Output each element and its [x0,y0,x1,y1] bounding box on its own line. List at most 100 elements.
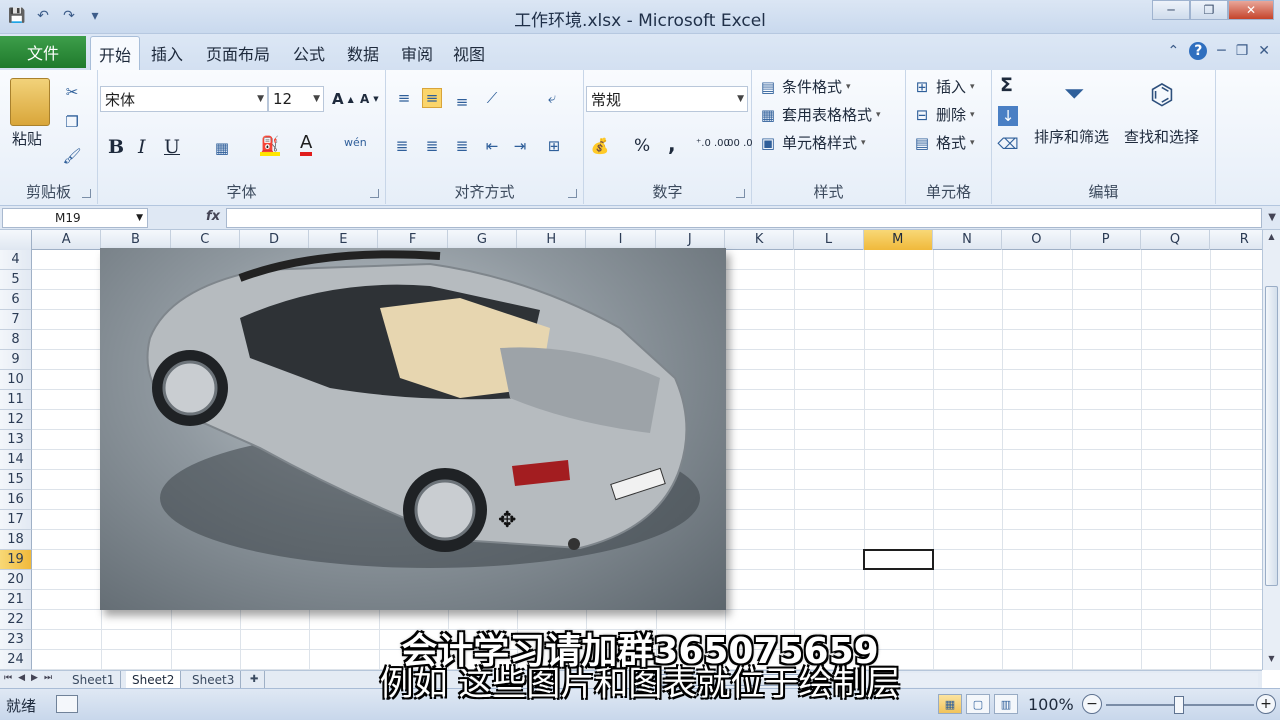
row-header-6[interactable]: 6 [0,290,32,310]
column-header-h[interactable]: H [517,230,587,250]
column-header-q[interactable]: Q [1141,230,1211,250]
scroll-up-icon[interactable]: ▲ [1265,232,1278,246]
format-as-table-button[interactable]: ▦ 套用表格格式 ▾ [758,104,881,125]
align-right-icon[interactable]: ≣ [452,136,472,156]
column-header-n[interactable]: N [933,230,1003,250]
row-header-18[interactable]: 18 [0,530,32,550]
paste-icon[interactable] [10,78,50,126]
cell-styles-button[interactable]: ▣ 单元格样式 ▾ [758,132,866,153]
column-header-o[interactable]: O [1002,230,1072,250]
row-header-4[interactable]: 4 [0,250,32,270]
column-header-m[interactable]: M [863,230,933,250]
formula-input[interactable] [226,208,1262,228]
row-header-5[interactable]: 5 [0,270,32,290]
currency-icon[interactable]: 💰 [590,136,610,156]
column-header-l[interactable]: L [794,230,864,250]
paste-button[interactable]: 粘贴 [12,128,42,149]
merge-center-icon[interactable]: ⊞ [544,136,564,156]
wrap-text-icon[interactable]: ⤶ [542,88,562,108]
tab-insert[interactable]: 插入 [144,36,190,70]
decrease-decimal-button[interactable]: .00 .0 [724,138,753,149]
find-select-button[interactable]: 查找和选择 [1124,126,1199,147]
font-color-button[interactable]: A [300,134,313,156]
insert-cells-button[interactable]: ⊞ 插入 ▾ [912,76,975,97]
fill-color-icon[interactable]: ⛽ [260,135,280,156]
column-header-g[interactable]: G [448,230,518,250]
italic-button[interactable]: I [138,136,146,158]
comma-button[interactable]: , [668,132,676,156]
expand-formula-icon[interactable]: ▼ [1268,212,1276,223]
row-header-21[interactable]: 21 [0,590,32,610]
autosum-button[interactable]: Σ [1000,74,1013,96]
row-header-19[interactable]: 19 [0,550,32,570]
underline-button[interactable]: U [164,136,180,158]
font-launcher-icon[interactable] [370,189,379,198]
row-header-15[interactable]: 15 [0,470,32,490]
workbook-restore-icon[interactable]: ❐ [1236,43,1249,59]
alignment-launcher-icon[interactable] [568,189,577,198]
percent-button[interactable]: % [634,136,650,156]
workbook-minimize-icon[interactable]: ─ [1217,43,1225,59]
help-icon[interactable]: ? [1189,42,1208,60]
column-header-f[interactable]: F [379,230,448,250]
tab-formulas[interactable]: 公式 [286,36,332,70]
minimize-button[interactable]: ─ [1152,0,1190,20]
font-name-select[interactable]: 宋体 ▼ [100,86,268,112]
row-header-8[interactable]: 8 [0,330,32,350]
tab-data[interactable]: 数据 [340,36,386,70]
copy-icon[interactable]: ❐ [62,112,82,132]
column-header-j[interactable]: J [656,230,725,250]
vertical-scroll-thumb[interactable] [1265,286,1278,586]
row-header-16[interactable]: 16 [0,490,32,510]
row-header-12[interactable]: 12 [0,410,32,430]
select-all-corner[interactable] [0,230,32,250]
tab-home[interactable]: 开始 [90,36,140,70]
column-header-r[interactable]: R [1210,230,1262,250]
tab-page-layout[interactable]: 页面布局 [198,36,278,70]
column-header-p[interactable]: P [1072,230,1141,250]
grow-font-button[interactable]: A ▲ [332,90,354,108]
orientation-icon[interactable]: ⟋ [482,88,502,108]
row-header-17[interactable]: 17 [0,510,32,530]
increase-indent-icon[interactable]: ⇥ [510,136,530,156]
column-header-c[interactable]: C [171,230,240,250]
phonetic-button[interactable]: wén [344,136,367,149]
row-header-11[interactable]: 11 [0,390,32,410]
row-header-20[interactable]: 20 [0,570,32,590]
cut-icon[interactable]: ✂ [62,82,82,102]
align-top-icon[interactable]: ≡ [394,88,414,108]
column-header-b[interactable]: B [101,230,171,250]
sort-filter-button[interactable]: 排序和筛选 [1034,126,1109,147]
column-header-i[interactable]: I [586,230,656,250]
clear-icon[interactable]: ⌫ [997,134,1018,154]
tab-view[interactable]: 视图 [446,36,492,70]
align-center-icon[interactable]: ≣ [422,136,442,156]
row-header-14[interactable]: 14 [0,450,32,470]
clipboard-launcher-icon[interactable] [82,189,91,198]
workbook-close-icon[interactable]: ✕ [1258,43,1270,59]
delete-cells-button[interactable]: ⊟ 删除 ▾ [912,104,975,125]
decrease-indent-icon[interactable]: ⇤ [482,136,502,156]
align-middle-icon[interactable]: ≡ [422,88,442,108]
number-launcher-icon[interactable] [736,189,745,198]
close-button[interactable]: ✕ [1228,0,1274,20]
tab-file[interactable]: 文件 [0,36,86,68]
bold-button[interactable]: B [108,136,124,158]
conditional-format-button[interactable]: ▤ 条件格式 ▾ [758,76,851,97]
selected-cell[interactable] [863,549,934,570]
format-painter-icon[interactable]: 🖌 [62,146,82,166]
border-icon[interactable]: ▦ [212,138,232,158]
tab-review[interactable]: 审阅 [394,36,440,70]
number-format-select[interactable]: 常规 ▼ [586,86,748,112]
align-left-icon[interactable]: ≣ [392,136,412,156]
column-header-d[interactable]: D [240,230,310,250]
insert-function-icon[interactable]: fx [206,209,220,224]
name-box[interactable]: M19 ▼ [2,208,148,228]
shrink-font-button[interactable]: A ▼ [360,92,379,106]
font-size-select[interactable]: 12 ▼ [268,86,324,112]
row-header-13[interactable]: 13 [0,430,32,450]
row-header-9[interactable]: 9 [0,350,32,370]
restore-button[interactable]: ❐ [1190,0,1228,20]
row-header-7[interactable]: 7 [0,310,32,330]
column-header-e[interactable]: E [309,230,379,250]
